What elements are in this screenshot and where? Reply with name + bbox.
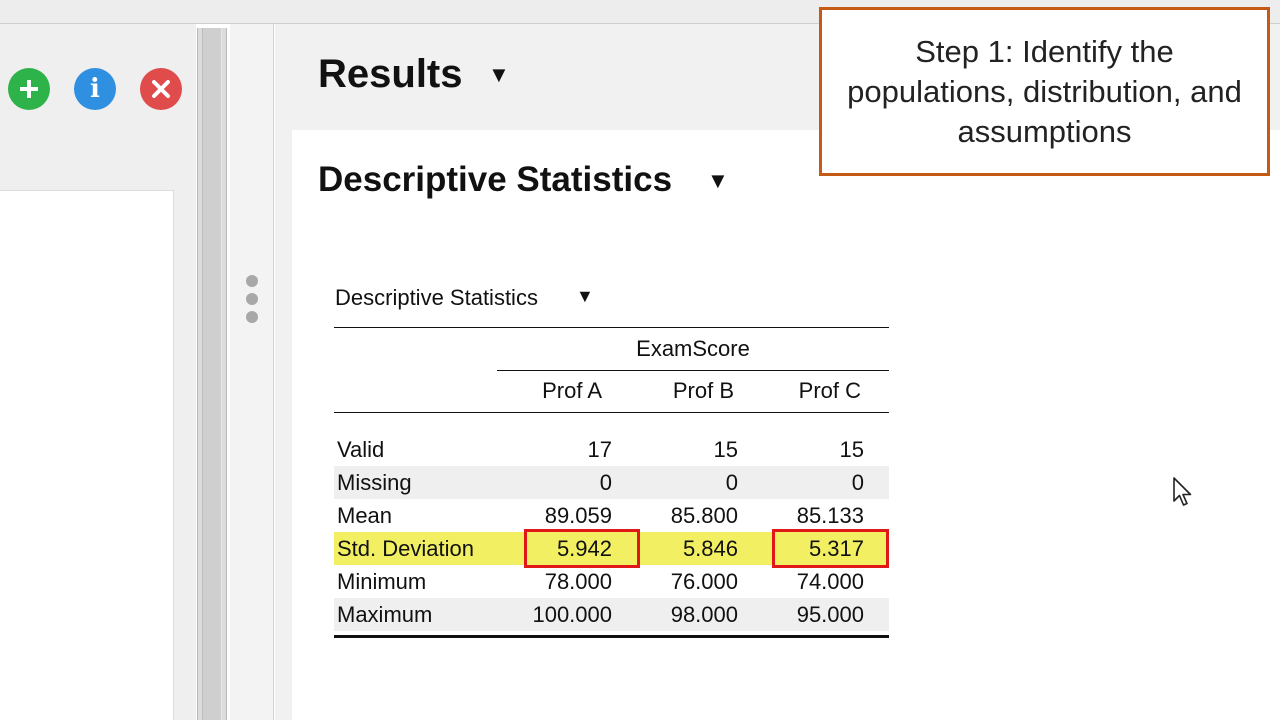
highlight-box-prof-a [524,529,640,568]
analysis-pane: i [0,24,196,720]
row-label: Missing [337,470,412,495]
section-title[interactable]: Descriptive Statistics [318,160,672,200]
step-callout: Step 1: Identify the populations, distri… [819,7,1270,176]
drag-handle-dot[interactable] [246,275,258,287]
table-menu-caret-icon[interactable]: ▼ [576,286,594,307]
results-panel [292,130,1280,720]
pane-splitter[interactable] [197,28,227,720]
cell-value: 78.000 [544,569,612,594]
cell-value: 76.000 [670,569,738,594]
cell-value: 0 [725,470,738,495]
mouse-pointer-icon [1173,477,1192,506]
cell-value: 15 [713,437,738,462]
close-icon [152,80,170,98]
table-title[interactable]: Descriptive Statistics [335,285,538,311]
splitter-groove [202,28,222,720]
cell-value: 89.059 [544,503,612,528]
cell-value: 100.000 [532,602,612,627]
callout-text: Step 1: Identify the populations, distri… [847,33,1242,149]
row-label: Minimum [337,569,427,594]
group-header-rule [497,370,889,371]
results-title[interactable]: Results [318,52,463,97]
drag-handle-dot[interactable] [246,311,258,323]
plus-icon [20,80,38,98]
cell-value: 95.000 [796,602,864,627]
table-bottom-rule [334,635,889,638]
column-header-prof-c: Prof C [798,378,861,403]
row-label: Maximum [337,602,433,627]
cell-value: 0 [851,470,864,495]
results-menu-caret-icon[interactable]: ▼ [488,62,510,88]
close-analysis-button[interactable] [140,68,182,110]
cell-value: 5.846 [682,536,738,561]
table-row-mean: Mean 89.059 85.800 85.133 [334,499,889,532]
highlight-box-prof-c [772,529,889,568]
header-bottom-rule [334,412,889,413]
drag-handle-dot[interactable] [246,293,258,305]
table-top-rule [334,327,889,328]
info-icon: i [90,74,100,104]
resize-strip[interactable] [230,24,274,720]
row-label: Mean [337,503,393,528]
column-header-prof-a: Prof A [542,378,602,403]
table-row-maximum: Maximum 100.000 98.000 95.000 [334,598,889,631]
cell-value: 74.000 [796,569,864,594]
table-row-missing: Missing 0 0 0 [334,466,889,499]
cell-value: 0 [599,470,612,495]
cell-value: 17 [587,437,612,462]
cell-value: 98.000 [670,602,738,627]
row-label: Std. Deviation [337,536,474,561]
add-analysis-button[interactable] [8,68,50,110]
section-menu-caret-icon[interactable]: ▼ [707,168,729,194]
row-label: Valid [337,437,385,462]
info-button[interactable]: i [74,68,116,110]
cell-value: 85.133 [796,503,864,528]
table-row-valid: Valid 17 15 15 [334,433,889,466]
column-header-prof-b: Prof B [672,378,734,403]
group-header: ExamScore [636,336,750,361]
cell-value: 85.800 [670,503,738,528]
options-panel [0,190,174,720]
cell-value: 15 [839,437,864,462]
table-row-minimum: Minimum 78.000 76.000 74.000 [334,565,889,598]
